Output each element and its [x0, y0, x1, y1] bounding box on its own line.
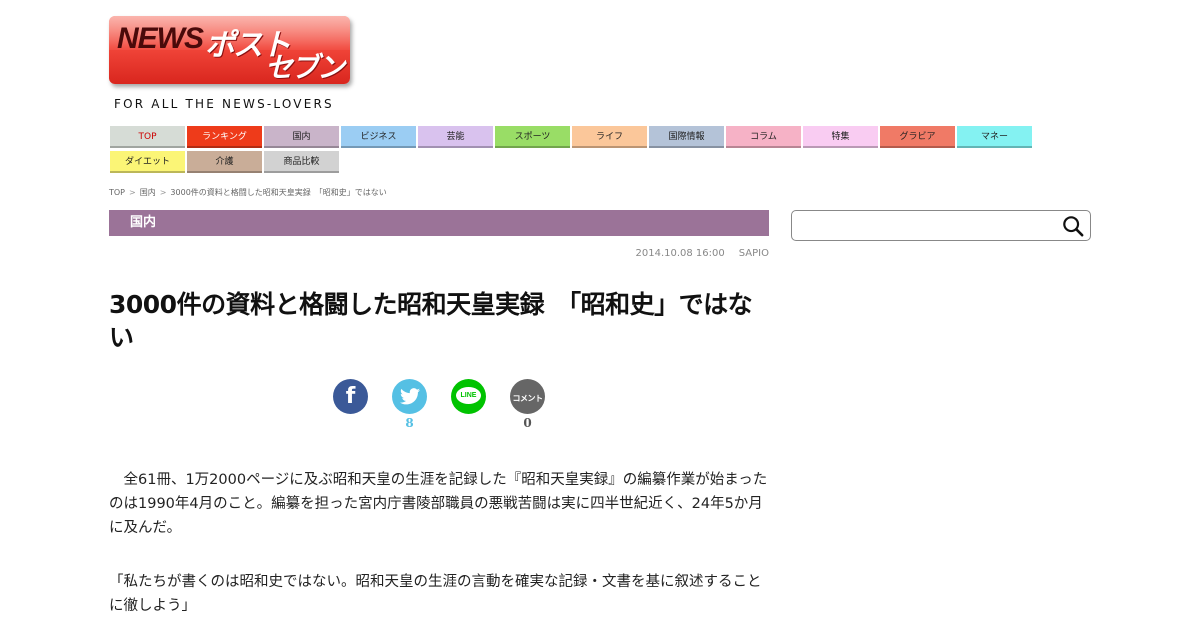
- nav-item[interactable]: ダイエット: [110, 151, 185, 173]
- twitter-bird-icon: [399, 388, 420, 405]
- breadcrumb: TOP > 国内 >3000件の資料と格闘した昭和天皇実録 「昭和史」ではない: [109, 187, 387, 198]
- line-share-button[interactable]: LINE: [451, 379, 486, 414]
- nav-item[interactable]: 芸能: [418, 126, 493, 148]
- facebook-share-button[interactable]: f: [333, 379, 368, 414]
- nav-item[interactable]: ビジネス: [341, 126, 416, 148]
- twitter-share-button[interactable]: [392, 379, 427, 414]
- site-tagline: FOR ALL THE NEWS-LOVERS: [114, 97, 334, 111]
- comment-icon: コメント: [512, 394, 544, 403]
- nav-item[interactable]: 国際情報: [649, 126, 724, 148]
- search-input[interactable]: [798, 215, 1052, 238]
- nav-item[interactable]: ランキング: [187, 126, 262, 148]
- nav-item[interactable]: 国内: [264, 126, 339, 148]
- logo-news-text: NEWS: [117, 22, 204, 55]
- article-paragraph: 全61冊、1万2000ページに及ぶ昭和天皇の生涯を記録した『昭和天皇実録』の編纂…: [109, 472, 768, 536]
- comment-button[interactable]: コメント: [510, 379, 545, 414]
- nav-item[interactable]: 介護: [187, 151, 262, 173]
- nav-item[interactable]: マネー: [957, 126, 1032, 148]
- line-label: LINE: [460, 392, 477, 399]
- facebook-icon: f: [345, 384, 356, 409]
- nav-item[interactable]: 商品比較: [264, 151, 339, 173]
- site-logo[interactable]: NEWS ポスト セブン: [109, 16, 350, 84]
- nav-item[interactable]: TOP: [110, 126, 185, 148]
- nav-item[interactable]: ライフ: [572, 126, 647, 148]
- article-title: 3000件の資料と格闘した昭和天皇実録 「昭和史」ではない: [109, 290, 753, 352]
- category-header: 国内: [109, 210, 769, 236]
- nav-item[interactable]: スポーツ: [495, 126, 570, 148]
- nav-item[interactable]: グラビア: [880, 126, 955, 148]
- article-paragraph: 「私たちが書くのは昭和史ではない。昭和天皇の生涯の言動を確実な記録・文書を基に叙…: [109, 574, 762, 614]
- breadcrumb-top[interactable]: TOP: [109, 188, 125, 197]
- article-meta: 2014.10.08 16:00 SAPIO: [636, 248, 770, 259]
- nav-item[interactable]: コラム: [726, 126, 801, 148]
- logo-seven-text: セブン: [265, 52, 345, 83]
- breadcrumb-separator: >: [129, 188, 136, 197]
- breadcrumb-category[interactable]: 国内: [140, 188, 156, 197]
- article-date: 2014.10.08 16:00: [635, 248, 725, 259]
- search-icon[interactable]: [1062, 215, 1084, 237]
- comment-count: 0: [523, 416, 532, 430]
- nav-item[interactable]: 特集: [803, 126, 878, 148]
- search-box: [791, 210, 1091, 241]
- twitter-share-count: 8: [405, 416, 414, 430]
- breadcrumb-current: 3000件の資料と格闘した昭和天皇実録 「昭和史」ではない: [170, 188, 387, 197]
- article-source: SAPIO: [738, 248, 769, 259]
- breadcrumb-separator: >: [159, 188, 167, 197]
